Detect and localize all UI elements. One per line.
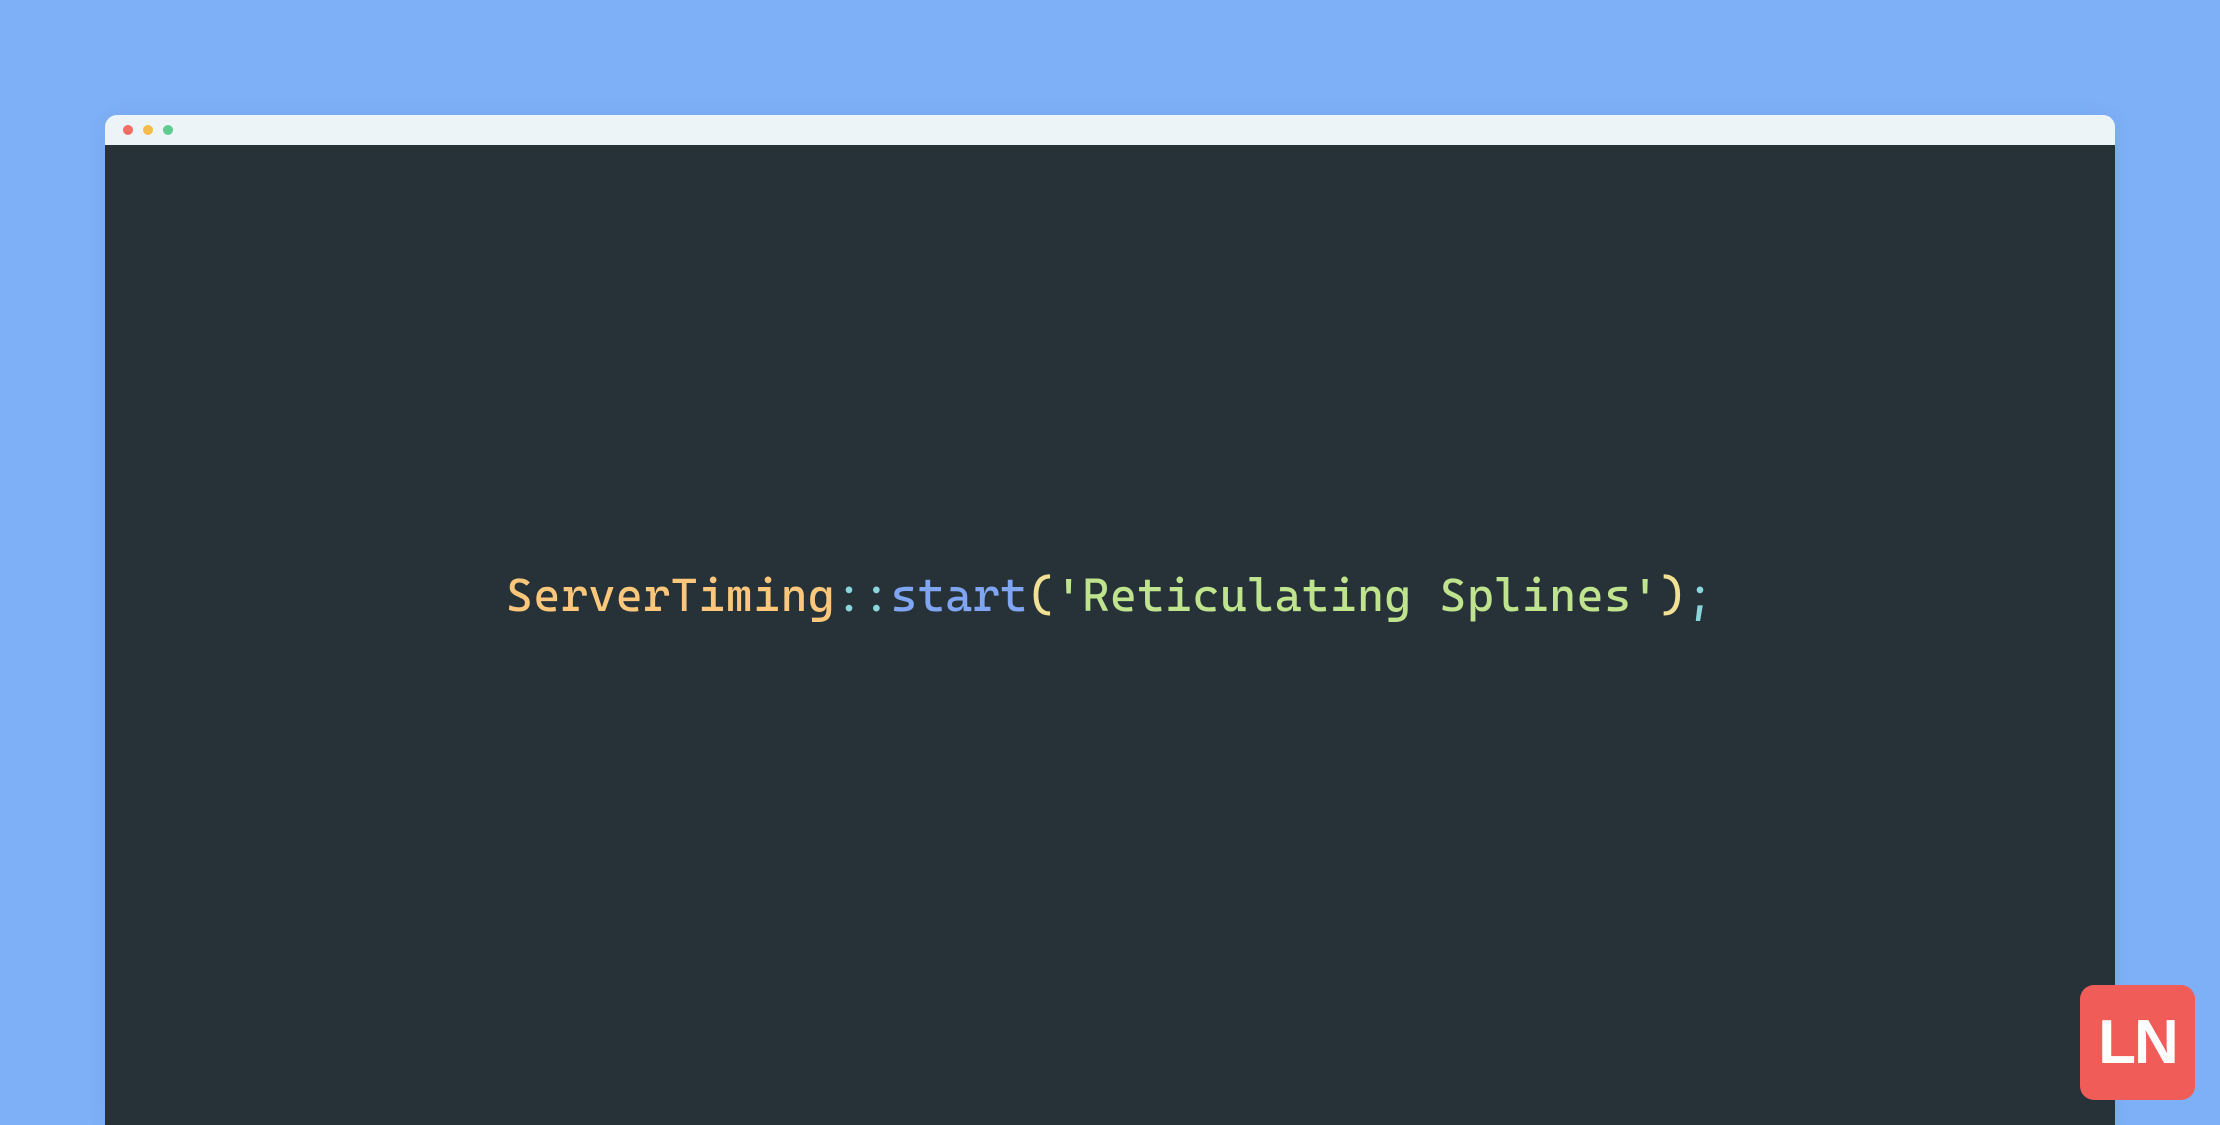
token-open-paren: (: [1028, 568, 1055, 622]
close-icon[interactable]: [123, 125, 133, 135]
editor-body: ServerTiming::start('Reticulating Spline…: [105, 145, 2115, 1125]
window-titlebar: [105, 115, 2115, 145]
editor-window: ServerTiming::start('Reticulating Spline…: [105, 115, 2115, 1125]
token-method-name: start: [890, 568, 1027, 622]
token-class-name: ServerTiming: [506, 568, 835, 622]
token-string-literal: 'Reticulating Splines': [1055, 568, 1659, 622]
token-close-paren: ): [1659, 568, 1686, 622]
token-scope-operator: ::: [835, 568, 890, 622]
logo-watermark: LN: [2080, 985, 2195, 1100]
minimize-icon[interactable]: [143, 125, 153, 135]
token-terminator: ;: [1687, 568, 1714, 622]
maximize-icon[interactable]: [163, 125, 173, 135]
watermark-text: LN: [2098, 1012, 2177, 1074]
code-line: ServerTiming::start('Reticulating Spline…: [506, 568, 1714, 622]
